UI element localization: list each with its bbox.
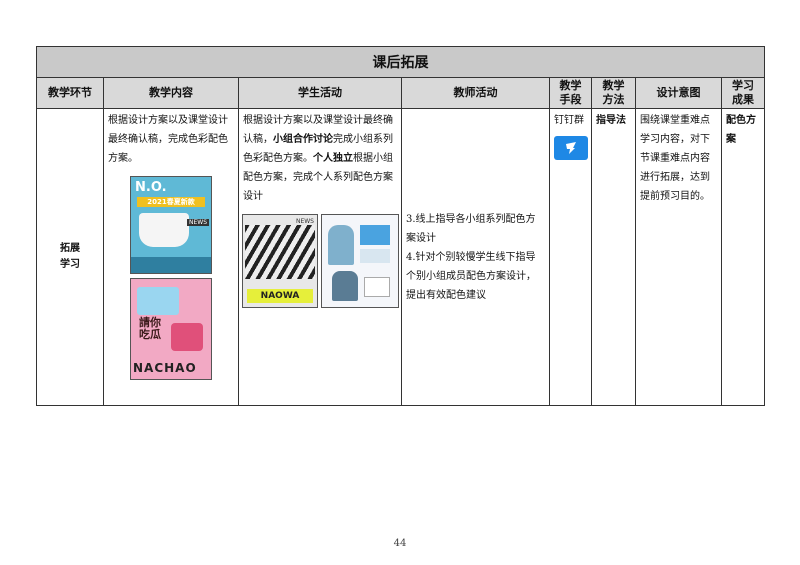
swatch-block	[360, 225, 390, 245]
intent-cell: 围绕课堂重难点学习内容，对下节课重难点内容进行拓展，达到提前预习目的。	[635, 108, 722, 406]
student-activity-cell: 根据设计方案以及课堂设计最终确认稿，小组合作讨论完成小组系列色彩配色方案。个人独…	[238, 108, 402, 406]
model-figure-1	[328, 225, 354, 265]
table-title: 课后拓展	[36, 46, 765, 78]
poster-slogan: 請你吃瓜	[139, 316, 161, 341]
poster-underwear-blue: N.O. 2021春夏新款 NEWS	[130, 176, 212, 274]
poster-underwear-pink: 請你吃瓜 NACHAO	[130, 278, 212, 380]
outcome-cell: 配色方案	[721, 108, 765, 406]
header-student-activity: 学生活动	[238, 77, 402, 109]
stage-cell: 拓展 学习	[36, 108, 104, 406]
poster-brand: N.O.	[135, 180, 167, 195]
poster-news-tag: NEWS	[295, 218, 314, 225]
poster-caption: 2021春夏新款	[137, 197, 205, 207]
poster-striped-shorts: NEWS NAOWA	[242, 214, 318, 308]
stage-label: 拓展 学习	[60, 243, 80, 270]
means-text: 钉钉群	[554, 115, 584, 126]
header-stage: 教学环节	[36, 77, 104, 109]
label-card	[364, 277, 390, 297]
header-outcome: 学习 成果	[721, 77, 765, 109]
student-activity-text: 根据设计方案以及课堂设计最终确认稿，小组合作讨论完成小组系列色彩配色方案。个人独…	[239, 109, 401, 208]
lesson-table: 课后拓展 教学环节 教学内容 学生活动 教师活动 教学 手段 教学 方法 设计意…	[36, 46, 765, 406]
poster-tag: NEWS	[187, 219, 210, 226]
content-text: 根据设计方案以及课堂设计最终确认稿，完成色彩配色方案。	[108, 115, 228, 164]
poster-wordmark: NACHAO	[133, 361, 197, 375]
teacher-activity-cell: 3.线上指导各小组系列配色方案设计 4.针对个别较慢学生线下指导个别小组成员配色…	[401, 108, 550, 406]
page-number: 44	[393, 538, 407, 549]
poster-block	[171, 323, 203, 351]
header-intent: 设计意图	[635, 77, 722, 109]
header-method: 教学 方法	[591, 77, 636, 109]
header-content: 教学内容	[103, 77, 239, 109]
intent-text: 围绕课堂重难点学习内容，对下节课重难点内容进行拓展，达到提前预习目的。	[640, 115, 710, 202]
student-images: NEWS NAOWA	[239, 208, 401, 308]
stripe-pattern	[245, 225, 315, 279]
dingtalk-icon	[554, 136, 588, 160]
content-cell: 根据设计方案以及课堂设计最终确认稿，完成色彩配色方案。 N.O. 2021春夏新…	[103, 108, 239, 406]
teacher-activity-text: 3.线上指导各小组系列配色方案设计 4.针对个别较慢学生线下指导个别小组成员配色…	[406, 213, 536, 301]
poster-model-sheet	[321, 214, 399, 308]
underwear-shape-2	[137, 287, 179, 315]
header-teacher-activity: 教师活动	[401, 77, 550, 109]
model-figure-2	[332, 271, 358, 301]
poster-yellow-band: NAOWA	[247, 289, 313, 303]
method-cell: 指导法	[591, 108, 636, 406]
swatch-block-2	[360, 249, 390, 263]
means-cell: 钉钉群	[549, 108, 592, 406]
student-bold-1: 小组合作讨论	[273, 134, 333, 145]
method-text: 指导法	[596, 115, 626, 126]
outcome-text: 配色方案	[726, 115, 756, 145]
student-bold-2: 个人独立	[313, 153, 353, 164]
header-means: 教学 手段	[549, 77, 592, 109]
underwear-shape	[139, 213, 189, 247]
poster-footer	[131, 257, 211, 273]
